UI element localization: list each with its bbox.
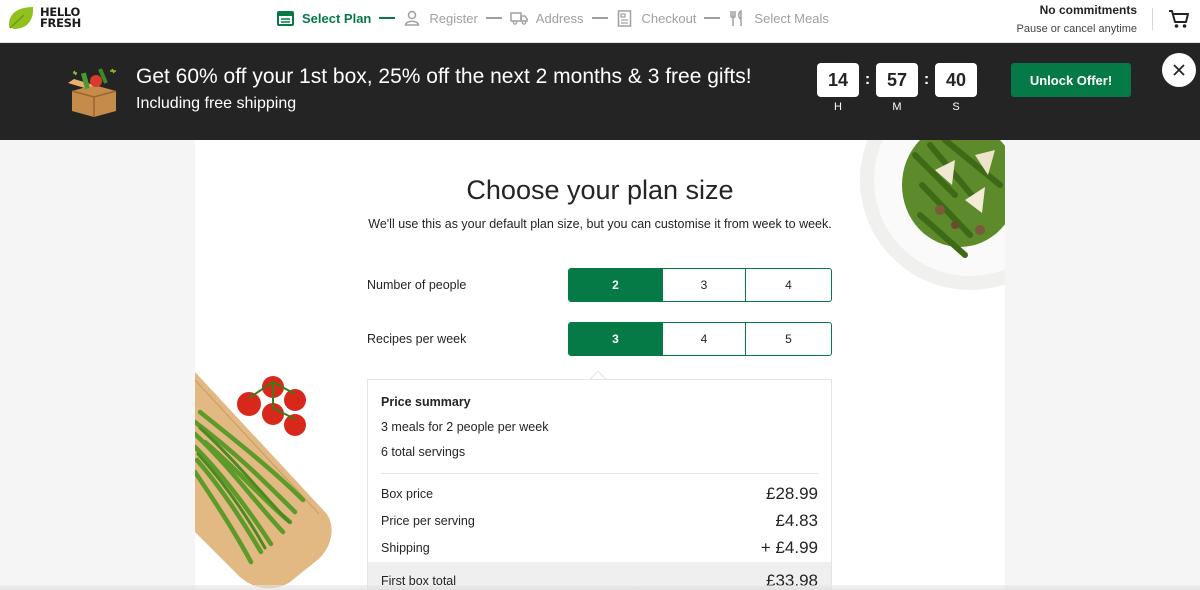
commit-title: No commitments [1039,3,1137,17]
hellofresh-logo[interactable]: HELLO FRESH [6,5,81,31]
timer-minutes-value: 57 [876,63,918,97]
step-separator [704,17,721,19]
top-header: HELLO FRESH Select Plan Register Address [0,0,1200,43]
shipping-value: + £4.99 [760,538,818,557]
timer-seconds-label: S [952,101,960,113]
step-register[interactable]: Register [403,9,478,27]
per-serving-row: Price per serving £4.83 [381,511,818,531]
lime-logo-icon [8,7,34,29]
truck-icon [510,9,528,27]
close-banner-button[interactable] [1162,53,1196,87]
timer-hours: 14 H [817,63,859,113]
people-label: Number of people [367,278,467,292]
recipes-label: Recipes per week [367,332,467,346]
checkout-steps: Select Plan Register Address Checkout Se… [276,7,829,29]
plan-icon [276,9,294,27]
promo-title: Get 60% off your 1st box, 25% off the ne… [136,65,752,88]
box-price-label: Box price [381,487,434,501]
timer-hours-label: H [834,101,842,113]
gift-box-icon [68,68,117,117]
timer-colon: : [923,71,930,88]
per-serving-label: Price per serving [381,514,475,528]
timer-seconds: 40 S [935,63,977,113]
step-label: Select Plan [302,10,372,26]
countdown-timer: 14 H : 57 M : 40 S [817,63,977,113]
step-checkout[interactable]: Checkout [616,9,697,27]
step-label: Address [535,10,584,26]
no-commitments-info: No commitments Pause or cancel anytime [1017,3,1137,35]
price-summary: Price summary 3 meals for 2 people per w… [367,379,832,590]
people-option-4[interactable]: 4 [746,269,831,301]
step-separator [485,17,502,19]
step-label: Checkout [641,10,697,26]
recipes-option-3[interactable]: 3 [569,323,663,355]
timer-minutes: 57 M [876,63,918,113]
people-option-2[interactable]: 2 [569,269,663,301]
user-icon [403,9,421,27]
summary-meals: 3 meals for 2 people per week [381,420,549,434]
step-select-plan[interactable]: Select Plan [276,9,371,27]
commit-subtitle: Pause or cancel anytime [1016,23,1137,35]
receipt-icon [616,9,634,27]
step-address[interactable]: Address [510,9,584,27]
recipes-selector: 3 4 5 [568,322,832,356]
step-label: Select Meals [754,10,829,26]
logo-wordmark: HELLO FRESH [40,5,81,30]
timer-hours-value: 14 [817,63,859,97]
summary-divider [381,473,818,474]
step-label: Register [429,10,478,26]
people-selector: 2 3 4 [568,268,832,302]
box-price-value: £28.99 [766,484,818,503]
timer-minutes-label: M [892,101,902,113]
shipping-row: Shipping + £4.99 [381,538,818,558]
page-subtitle: We'll use this as your default plan size… [368,217,832,231]
recipes-option-5[interactable]: 5 [746,323,831,355]
bottom-shadow [0,585,1200,590]
page-title: Choose your plan size [466,175,734,205]
timer-seconds-value: 40 [935,63,977,97]
step-separator [379,17,396,19]
cart-icon[interactable] [1168,9,1190,29]
step-select-meals[interactable]: Select Meals [728,9,829,27]
promo-subtitle: Including free shipping [136,95,297,112]
people-option-3[interactable]: 3 [663,269,746,301]
cutlery-icon [728,9,746,27]
summary-title: Price summary [381,395,471,409]
shipping-label: Shipping [381,541,430,555]
header-divider [1152,8,1153,30]
timer-colon: : [864,71,871,88]
summary-servings: 6 total servings [381,445,466,459]
box-price-row: Box price £28.99 [381,484,818,504]
vegetables-board-image [195,372,332,589]
per-serving-value: £4.83 [775,511,818,530]
recipes-option-4[interactable]: 4 [663,323,746,355]
unlock-offer-button[interactable]: Unlock Offer! [1011,63,1131,97]
step-separator [591,17,608,19]
close-icon [1173,64,1185,76]
